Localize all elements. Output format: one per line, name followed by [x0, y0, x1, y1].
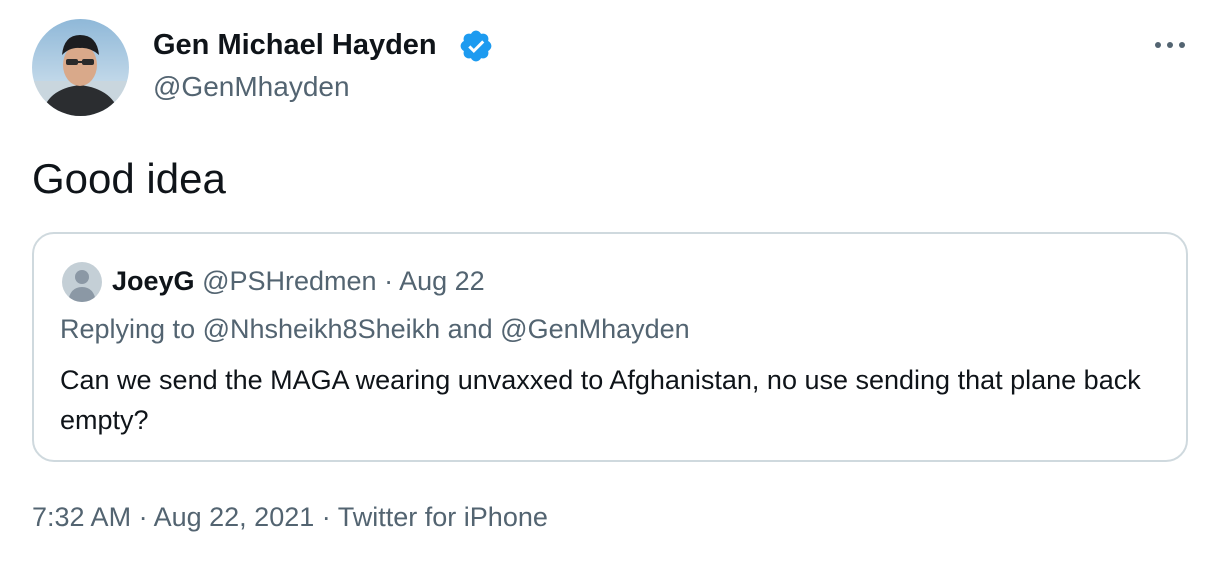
author-name[interactable]: Gen Michael Hayden	[153, 28, 437, 62]
tweet-date[interactable]: Aug 22, 2021	[154, 502, 315, 532]
quoted-tweet[interactable]: JoeyG @PSHredmen · Aug 22 Replying to @N…	[32, 232, 1188, 462]
verified-badge-icon	[458, 28, 494, 64]
quoted-header: JoeyG @PSHredmen · Aug 22	[112, 264, 485, 298]
tweet-text: Good idea	[32, 155, 226, 202]
author-handle[interactable]: @GenMhayden	[153, 70, 350, 104]
tweet-source[interactable]: Twitter for iPhone	[338, 502, 548, 532]
quoted-author-name[interactable]: JoeyG	[112, 266, 195, 296]
tweet-time[interactable]: 7:32 AM	[32, 502, 131, 532]
quoted-separator: ·	[384, 266, 394, 296]
tweet-footer: 7:32 AM · Aug 22, 2021 · Twitter for iPh…	[32, 500, 548, 534]
author-avatar[interactable]	[32, 19, 129, 116]
footer-separator: ·	[321, 502, 331, 532]
quoted-replying-to: Replying to @Nhsheikh8Sheikh and @GenMha…	[60, 314, 690, 344]
quoted-text: Can we send the MAGA wearing unvaxxed to…	[60, 365, 1141, 435]
default-avatar-icon[interactable]	[62, 262, 102, 302]
quoted-author-handle[interactable]: @PSHredmen	[202, 266, 376, 296]
quoted-date[interactable]: Aug 22	[399, 266, 485, 296]
more-horizontal-icon[interactable]	[1152, 30, 1188, 60]
footer-separator: ·	[138, 502, 148, 532]
